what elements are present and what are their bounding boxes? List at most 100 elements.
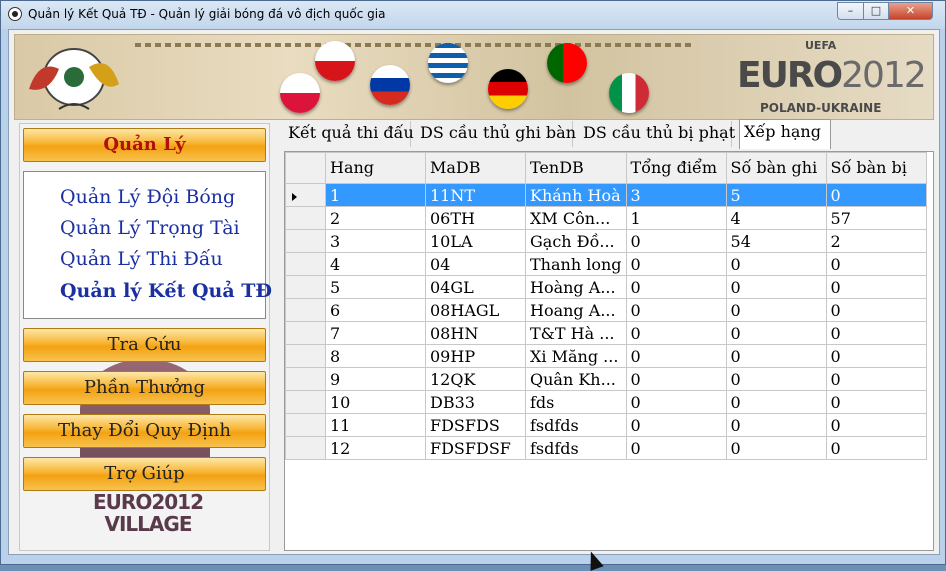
- table-cell[interactable]: 0: [825, 390, 927, 414]
- table-cell[interactable]: 0: [725, 321, 827, 345]
- table-cell[interactable]: Quân Kh...: [525, 367, 627, 391]
- tab-ds-cau-thu-ghi-ban[interactable]: DS cầu thủ ghi bàn: [416, 121, 576, 147]
- table-cell[interactable]: 0: [725, 367, 827, 391]
- table-cell[interactable]: 8: [325, 344, 426, 368]
- table-cell[interactable]: 0: [725, 436, 827, 460]
- row-header[interactable]: [285, 390, 326, 414]
- submenu-item-ket-qua[interactable]: Quản lý Kết Quả TĐ: [60, 280, 272, 302]
- table-cell[interactable]: 11NT: [425, 183, 526, 207]
- close-button[interactable]: ✕: [888, 2, 933, 20]
- table-row[interactable]: 3 10LA Gạch Đồ... 0 54 2: [285, 229, 927, 253]
- column-header[interactable]: MaDB: [425, 152, 526, 184]
- table-cell[interactable]: Gạch Đồ...: [525, 229, 627, 253]
- table-cell[interactable]: 0: [625, 321, 727, 345]
- table-cell[interactable]: 0: [725, 275, 827, 299]
- tab-ket-qua-thi-dau[interactable]: Kết quả thi đấu: [284, 121, 414, 147]
- row-header[interactable]: [285, 413, 326, 437]
- table-cell[interactable]: 0: [725, 298, 827, 322]
- table-cell[interactable]: 2: [825, 229, 927, 253]
- row-header[interactable]: [285, 275, 326, 299]
- table-cell[interactable]: 08HN: [425, 321, 526, 345]
- table-cell[interactable]: 12QK: [425, 367, 526, 391]
- minimize-button[interactable]: –: [837, 2, 864, 20]
- table-cell[interactable]: 0: [625, 344, 727, 368]
- table-cell[interactable]: Khánh Hoà: [525, 183, 627, 207]
- table-cell[interactable]: 11: [325, 413, 426, 437]
- table-row[interactable]: 11 FDSFDS fsdfds 0 0 0: [285, 413, 927, 437]
- table-row[interactable]: 2 06TH XM Côn... 1 4 57: [285, 206, 927, 230]
- table-cell[interactable]: Thanh long: [525, 252, 627, 276]
- table-cell[interactable]: 0: [625, 390, 727, 414]
- table-cell[interactable]: 04GL: [425, 275, 526, 299]
- table-cell[interactable]: fsdfds: [525, 413, 627, 437]
- thay-doi-quy-dinh-button[interactable]: Thay Đổi Quy Định: [23, 414, 266, 448]
- table-cell[interactable]: 3: [325, 229, 426, 253]
- row-header[interactable]: [285, 436, 326, 460]
- table-cell[interactable]: 0: [825, 321, 927, 345]
- column-header[interactable]: Tổng điểm: [625, 152, 727, 184]
- table-row[interactable]: 10 DB33 fds 0 0 0: [285, 390, 927, 414]
- table-row[interactable]: 8 09HP Xi Măng ... 0 0 0: [285, 344, 927, 368]
- table-cell[interactable]: 0: [825, 413, 927, 437]
- table-cell[interactable]: Xi Măng ...: [525, 344, 627, 368]
- submenu-item-thi-dau[interactable]: Quản Lý Thi Đấu: [60, 248, 223, 270]
- table-cell[interactable]: fsdfds: [525, 436, 627, 460]
- tab-ds-cau-thu-bi-phat[interactable]: DS cầu thủ bị phạt: [579, 121, 735, 147]
- row-header[interactable]: [285, 367, 326, 391]
- table-cell[interactable]: 57: [825, 206, 927, 230]
- table-row[interactable]: 1 11NT Khánh Hoà 3 5 0: [285, 183, 927, 207]
- phan-thuong-button[interactable]: Phần Thưởng: [23, 371, 266, 405]
- row-header[interactable]: [285, 183, 326, 207]
- quan-ly-button[interactable]: Quản Lý: [23, 128, 266, 162]
- table-cell[interactable]: 12: [325, 436, 426, 460]
- row-header[interactable]: [285, 229, 326, 253]
- table-cell[interactable]: 0: [625, 413, 727, 437]
- table-cell[interactable]: XM Côn...: [525, 206, 627, 230]
- table-cell[interactable]: 0: [825, 344, 927, 368]
- submenu-item-trong-tai[interactable]: Quản Lý Trọng Tài: [60, 217, 240, 239]
- table-cell[interactable]: Hoàng A...: [525, 275, 627, 299]
- table-cell[interactable]: 0: [625, 252, 727, 276]
- table-cell[interactable]: 10: [325, 390, 426, 414]
- table-cell[interactable]: 1: [625, 206, 727, 230]
- table-cell[interactable]: 3: [625, 183, 727, 207]
- table-cell[interactable]: FDSFDSF: [425, 436, 526, 460]
- table-cell[interactable]: 0: [825, 183, 927, 207]
- table-cell[interactable]: 0: [825, 298, 927, 322]
- table-row[interactable]: 5 04GL Hoàng A... 0 0 0: [285, 275, 927, 299]
- table-cell[interactable]: 6: [325, 298, 426, 322]
- table-cell[interactable]: 0: [825, 367, 927, 391]
- table-cell[interactable]: 0: [725, 413, 827, 437]
- submenu-item-doi-bong[interactable]: Quản Lý Đội Bóng: [60, 186, 235, 208]
- table-cell[interactable]: 0: [625, 229, 727, 253]
- table-cell[interactable]: 10LA: [425, 229, 526, 253]
- table-cell[interactable]: 0: [625, 367, 727, 391]
- table-cell[interactable]: DB33: [425, 390, 526, 414]
- table-row[interactable]: 6 08HAGL Hoang A... 0 0 0: [285, 298, 927, 322]
- table-cell[interactable]: 0: [625, 275, 727, 299]
- table-cell[interactable]: 09HP: [425, 344, 526, 368]
- table-cell[interactable]: 4: [325, 252, 426, 276]
- table-cell[interactable]: 9: [325, 367, 426, 391]
- tro-giup-button[interactable]: Trợ Giúp: [23, 457, 266, 491]
- table-cell[interactable]: 54: [725, 229, 827, 253]
- table-cell[interactable]: 0: [725, 344, 827, 368]
- table-cell[interactable]: 0: [625, 436, 727, 460]
- table-row[interactable]: 12 FDSFDSF fsdfds 0 0 0: [285, 436, 927, 460]
- column-header[interactable]: Hang: [325, 152, 426, 184]
- table-row[interactable]: 4 04 Thanh long 0 0 0: [285, 252, 927, 276]
- table-row[interactable]: 7 08HN T&T Hà ... 0 0 0: [285, 321, 927, 345]
- table-cell[interactable]: 5: [325, 275, 426, 299]
- tab-xep-hang[interactable]: Xếp hạng: [739, 119, 831, 149]
- table-cell[interactable]: 5: [725, 183, 827, 207]
- row-header[interactable]: [285, 298, 326, 322]
- table-cell[interactable]: 0: [725, 390, 827, 414]
- column-header[interactable]: Số bàn ghi: [725, 152, 827, 184]
- table-cell[interactable]: 08HAGL: [425, 298, 526, 322]
- table-cell[interactable]: 04: [425, 252, 526, 276]
- row-header[interactable]: [285, 321, 326, 345]
- table-cell[interactable]: 0: [825, 252, 927, 276]
- row-header[interactable]: [285, 252, 326, 276]
- table-cell[interactable]: 0: [725, 252, 827, 276]
- table-cell[interactable]: fds: [525, 390, 627, 414]
